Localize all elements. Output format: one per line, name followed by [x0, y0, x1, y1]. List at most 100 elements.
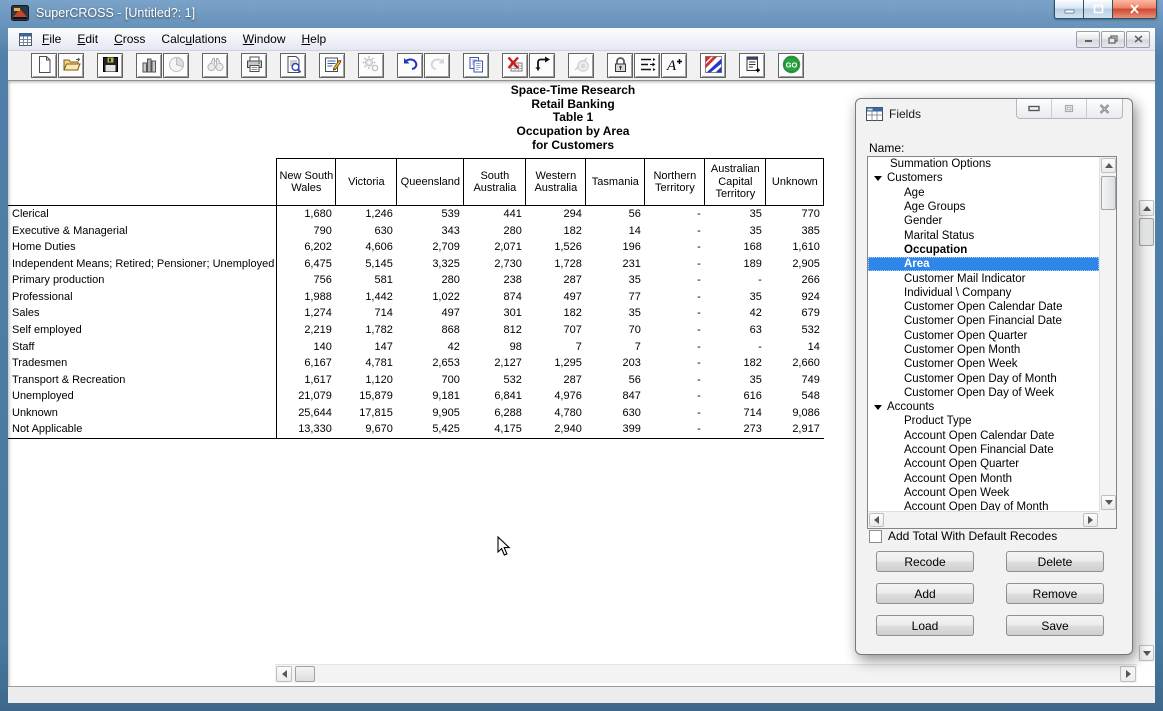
menu-file[interactable]: File: [34, 29, 69, 50]
data-cell[interactable]: 2,219: [277, 322, 336, 339]
field-item-customer-mail-indicator[interactable]: Customer Mail Indicator: [868, 271, 1099, 285]
data-cell[interactable]: 13,330: [277, 421, 336, 438]
field-item-product-type[interactable]: Product Type: [868, 414, 1099, 428]
data-cell[interactable]: 5,425: [397, 421, 464, 438]
data-cell[interactable]: 1,274: [277, 305, 336, 322]
data-cell[interactable]: 532: [766, 322, 824, 339]
data-cell[interactable]: 147: [336, 339, 397, 356]
recode-button[interactable]: Recode: [876, 551, 974, 572]
expand-arrow-icon[interactable]: [874, 176, 882, 181]
vertical-scroll-thumb[interactable]: [1139, 218, 1154, 246]
delete-button[interactable]: Delete: [1006, 551, 1104, 572]
dialog-minimize-button[interactable]: [1017, 99, 1052, 118]
column-header[interactable]: Queensland: [397, 159, 464, 206]
data-cell[interactable]: 1,246: [336, 206, 397, 223]
data-cell[interactable]: 4,606: [336, 239, 397, 256]
data-cell[interactable]: 301: [464, 305, 526, 322]
expand-arrow-icon[interactable]: [874, 405, 882, 410]
data-cell[interactable]: 182: [526, 305, 586, 322]
mdi-restore-button[interactable]: [1101, 31, 1125, 48]
data-cell[interactable]: 924: [766, 289, 824, 306]
data-cell[interactable]: 679: [766, 305, 824, 322]
minimize-button[interactable]: [1054, 0, 1083, 19]
data-cell[interactable]: -: [645, 355, 705, 372]
row-label[interactable]: Sales: [8, 305, 277, 322]
field-item-account-open-day-of-month[interactable]: Account Open Day of Month: [868, 500, 1099, 511]
print-preview-button[interactable]: [280, 53, 306, 78]
load-button[interactable]: Load: [876, 615, 974, 636]
data-cell[interactable]: 7: [526, 339, 586, 356]
data-cell[interactable]: 189: [705, 256, 766, 273]
field-item-customer-open-month[interactable]: Customer Open Month: [868, 343, 1099, 357]
data-cell[interactable]: 35: [705, 289, 766, 306]
data-cell[interactable]: -: [645, 239, 705, 256]
column-header[interactable]: South Australia: [464, 159, 526, 206]
menu-cross[interactable]: Cross: [106, 29, 153, 50]
row-label[interactable]: Tradesmen: [8, 355, 277, 372]
field-item-area[interactable]: Area: [868, 257, 1099, 271]
menu-calculations[interactable]: Calculations: [153, 29, 234, 50]
column-header[interactable]: Tasmania: [586, 159, 645, 206]
horizontal-scrollbar[interactable]: [275, 664, 1137, 683]
font-increase-button[interactable]: A: [661, 53, 687, 78]
mdi-close-button[interactable]: [1126, 31, 1150, 48]
data-cell[interactable]: 399: [586, 421, 645, 438]
copy-button[interactable]: [463, 53, 489, 78]
column-header[interactable]: Unknown: [766, 159, 824, 206]
data-cell[interactable]: 4,175: [464, 421, 526, 438]
data-cell[interactable]: 4,976: [526, 388, 586, 405]
field-item-account-open-week[interactable]: Account Open Week: [868, 486, 1099, 500]
data-cell[interactable]: -: [645, 305, 705, 322]
field-item-account-open-calendar-date[interactable]: Account Open Calendar Date: [868, 429, 1099, 443]
data-cell[interactable]: 17,815: [336, 405, 397, 422]
data-cell[interactable]: 4,781: [336, 355, 397, 372]
field-item-customer-open-day-of-week[interactable]: Customer Open Day of Week: [868, 386, 1099, 400]
data-cell[interactable]: 25,644: [277, 405, 336, 422]
menu-help[interactable]: Help: [293, 29, 334, 50]
data-cell[interactable]: 14: [586, 223, 645, 240]
data-cell[interactable]: 280: [464, 223, 526, 240]
list-scroll-right-button[interactable]: [1083, 513, 1098, 527]
data-cell[interactable]: 700: [397, 372, 464, 389]
derivations-gears-button[interactable]: [358, 53, 384, 78]
data-cell[interactable]: 6,841: [464, 388, 526, 405]
menu-edit[interactable]: Edit: [69, 29, 106, 50]
data-cell[interactable]: 6,475: [277, 256, 336, 273]
open-file-button[interactable]: [58, 53, 84, 78]
pie-chart-button[interactable]: [163, 53, 189, 78]
data-cell[interactable]: 630: [586, 405, 645, 422]
data-cell[interactable]: 497: [397, 305, 464, 322]
field-item-customer-open-financial-date[interactable]: Customer Open Financial Date: [868, 314, 1099, 328]
data-cell[interactable]: 35: [586, 272, 645, 289]
field-item-age[interactable]: Age: [868, 186, 1099, 200]
field-options-button[interactable]: [634, 53, 660, 78]
data-cell[interactable]: 2,940: [526, 421, 586, 438]
field-item-occupation[interactable]: Occupation: [868, 243, 1099, 257]
row-label[interactable]: Unemployed: [8, 388, 277, 405]
stop-button[interactable]: [568, 53, 594, 78]
data-cell[interactable]: 42: [397, 339, 464, 356]
data-cell[interactable]: 5,145: [336, 256, 397, 273]
data-cell[interactable]: 9,670: [336, 421, 397, 438]
field-item-age-groups[interactable]: Age Groups: [868, 200, 1099, 214]
data-cell[interactable]: 4,780: [526, 405, 586, 422]
row-label[interactable]: Primary production: [8, 272, 277, 289]
data-cell[interactable]: 497: [526, 289, 586, 306]
data-cell[interactable]: -: [645, 206, 705, 223]
data-cell[interactable]: 630: [336, 223, 397, 240]
row-label[interactable]: Clerical: [8, 206, 277, 223]
scroll-right-button[interactable]: [1120, 666, 1136, 682]
add-document-button[interactable]: [739, 53, 765, 78]
data-cell[interactable]: 238: [464, 272, 526, 289]
data-cell[interactable]: -: [645, 322, 705, 339]
data-cell[interactable]: 581: [336, 272, 397, 289]
data-cell[interactable]: 1,526: [526, 239, 586, 256]
data-cell[interactable]: 2,071: [464, 239, 526, 256]
data-cell[interactable]: 548: [766, 388, 824, 405]
data-cell[interactable]: 868: [397, 322, 464, 339]
data-cell[interactable]: 1,617: [277, 372, 336, 389]
field-item-customer-open-calendar-date[interactable]: Customer Open Calendar Date: [868, 300, 1099, 314]
data-cell[interactable]: -: [645, 289, 705, 306]
horizontal-scroll-thumb[interactable]: [295, 666, 315, 682]
data-cell[interactable]: 847: [586, 388, 645, 405]
